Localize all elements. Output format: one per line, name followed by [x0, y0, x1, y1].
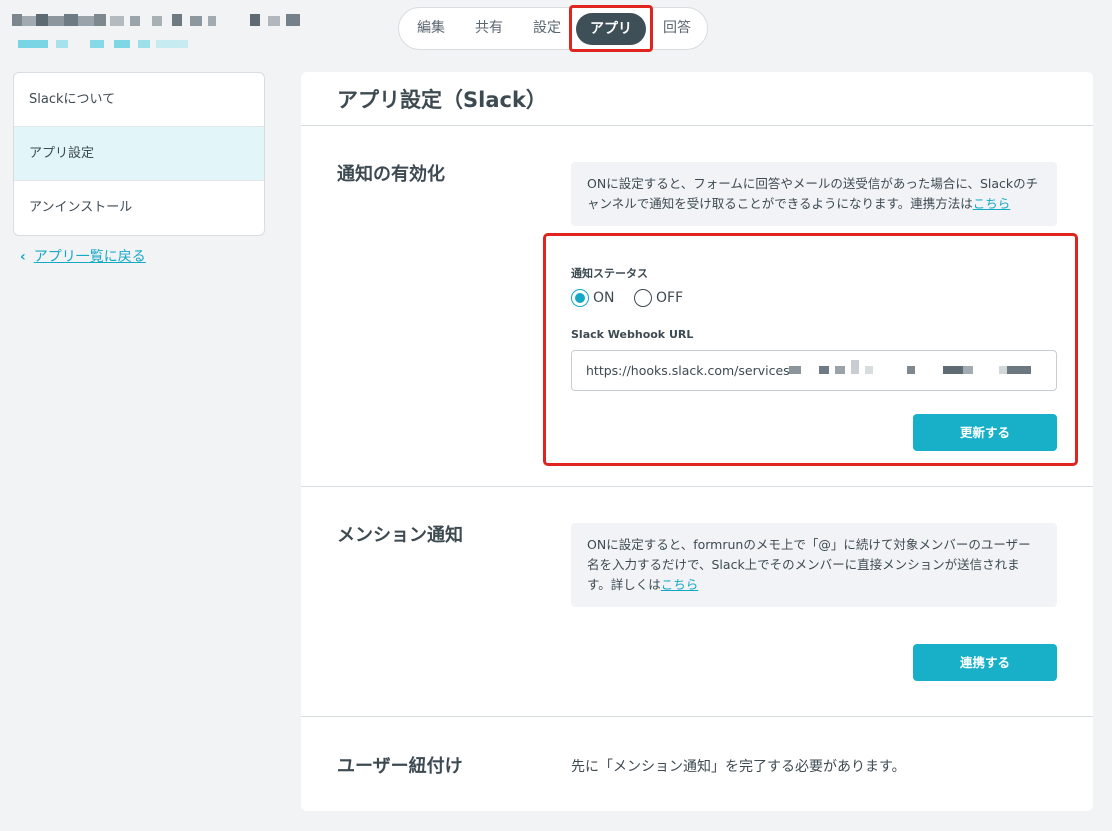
divider — [301, 486, 1093, 487]
highlight-apps-tab — [569, 5, 653, 52]
mention-info-box: ONに設定すると、formrunのメモ上で「@」に続けて対象メンバーのユーザー名… — [571, 523, 1057, 607]
update-button[interactable]: 更新する — [913, 414, 1057, 451]
radio-on-label: ON — [593, 290, 615, 306]
mention-details-link[interactable]: こちら — [661, 577, 699, 592]
sidebar-item-uninstall[interactable]: アンインストール — [14, 181, 264, 235]
back-to-apps-link[interactable]: ‹ アプリ一覧に戻る — [20, 246, 146, 266]
radio-off-label: OFF — [656, 290, 684, 306]
status-label: 通知ステータス — [571, 267, 648, 280]
chevron-left-icon: ‹ — [20, 249, 26, 265]
notification-info-box: ONに設定すると、フォームに回答やメールの送受信があった場合に、Slackのチャ… — [571, 162, 1057, 226]
notification-info-text: ONに設定すると、フォームに回答やメールの送受信があった場合に、Slackのチャ… — [587, 176, 1039, 211]
sidebar-item-about-slack[interactable]: Slackについて — [14, 73, 264, 127]
connect-button[interactable]: 連携する — [913, 644, 1057, 681]
radio-off[interactable]: OFF — [634, 288, 683, 308]
page-title: アプリ設定（Slack） — [337, 88, 547, 112]
section-title-user-link: ユーザー紐付け — [337, 756, 463, 777]
tab-responses[interactable]: 回答 — [653, 8, 701, 49]
main-card: アプリ設定（Slack） 通知の有効化 ONに設定すると、フォームに回答やメール… — [301, 72, 1093, 811]
divider — [301, 716, 1093, 717]
sidebar-menu: Slackについて アプリ設定 アンインストール — [13, 72, 265, 236]
radio-off-circle[interactable] — [634, 289, 652, 307]
radio-on[interactable]: ON — [571, 288, 615, 308]
redacted-url-mosaic — [789, 352, 1055, 389]
mention-info-text: ONに設定すると、formrunのメモ上で「@」に続けて対象メンバーのユーザー名… — [587, 537, 1031, 592]
radio-on-circle[interactable] — [571, 289, 589, 307]
section-title-notification: 通知の有効化 — [337, 164, 445, 185]
webhook-url-value: https://hooks.slack.com/services/T — [586, 363, 802, 378]
notification-howto-link[interactable]: こちら — [973, 196, 1011, 211]
back-link-label: アプリ一覧に戻る — [33, 249, 146, 265]
tab-share[interactable]: 共有 — [465, 8, 513, 49]
divider — [301, 125, 1093, 126]
tab-settings[interactable]: 設定 — [523, 8, 571, 49]
section-title-mention: メンション通知 — [337, 525, 463, 546]
tab-edit[interactable]: 編集 — [407, 8, 455, 49]
blurred-header — [12, 14, 322, 54]
sidebar-item-app-settings[interactable]: アプリ設定 — [14, 127, 264, 181]
tab-navigation: 編集 共有 設定 アプリ 回答 — [398, 7, 708, 50]
webhook-label: Slack Webhook URL — [571, 328, 694, 341]
user-link-requirement-text: 先に「メンション通知」を完了する必要があります。 — [571, 759, 906, 775]
